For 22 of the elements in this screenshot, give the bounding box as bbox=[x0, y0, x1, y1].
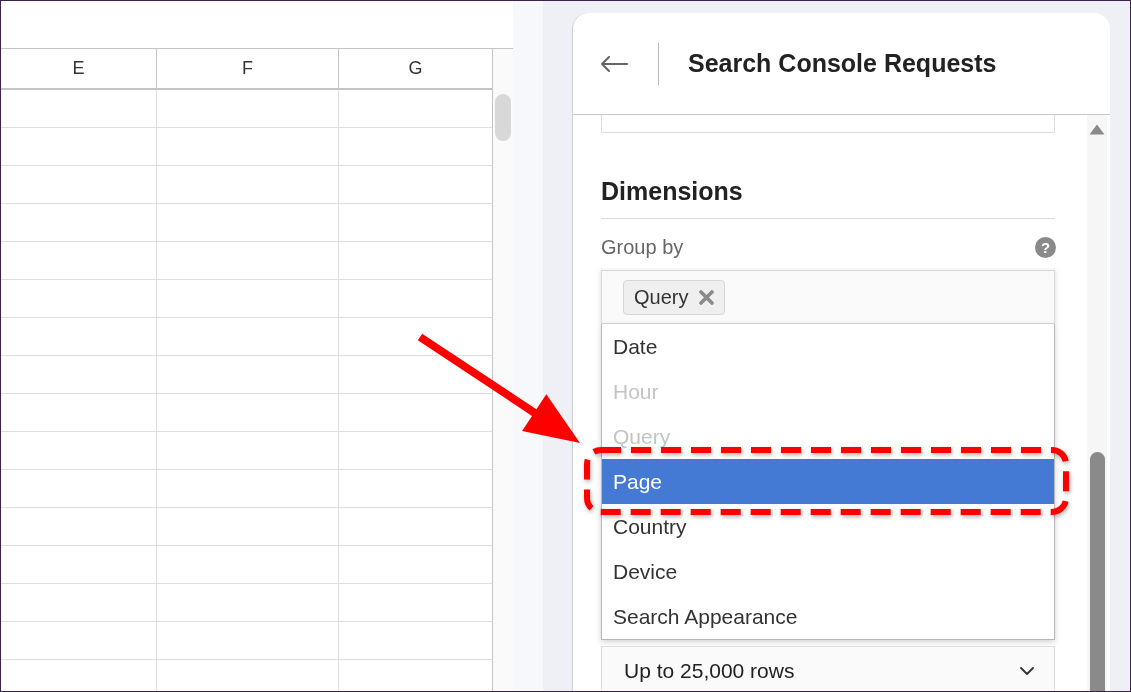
panel-title: Search Console Requests bbox=[688, 49, 997, 78]
back-icon[interactable] bbox=[601, 55, 628, 72]
column-header[interactable]: E bbox=[1, 49, 157, 88]
dropdown-option: Hour bbox=[602, 369, 1054, 414]
dropdown-option[interactable]: Date bbox=[602, 324, 1054, 369]
field-label: Group by bbox=[601, 235, 684, 259]
input-field[interactable] bbox=[601, 115, 1055, 133]
section-heading: Dimensions bbox=[601, 177, 743, 205]
dropdown-option[interactable]: Device bbox=[602, 549, 1054, 594]
dropdown-option[interactable]: Country bbox=[602, 504, 1054, 549]
column-header[interactable]: F bbox=[157, 49, 339, 88]
remove-icon[interactable] bbox=[699, 289, 715, 305]
dropdown-option[interactable]: Search Appearance bbox=[602, 594, 1054, 639]
dropdown-option: Query bbox=[602, 414, 1054, 459]
scrollbar-thumb[interactable] bbox=[495, 94, 511, 141]
select-field[interactable]: Up to 25,000 rows bbox=[601, 646, 1055, 691]
chevron-down-icon bbox=[1020, 666, 1034, 675]
multi-select-field[interactable]: Query bbox=[601, 270, 1055, 324]
dropdown-option[interactable]: Page bbox=[602, 459, 1054, 504]
scroll-up-icon[interactable] bbox=[1089, 124, 1105, 135]
tag-chip[interactable]: Query bbox=[623, 279, 726, 315]
scrollbar-thumb[interactable] bbox=[1089, 452, 1105, 691]
